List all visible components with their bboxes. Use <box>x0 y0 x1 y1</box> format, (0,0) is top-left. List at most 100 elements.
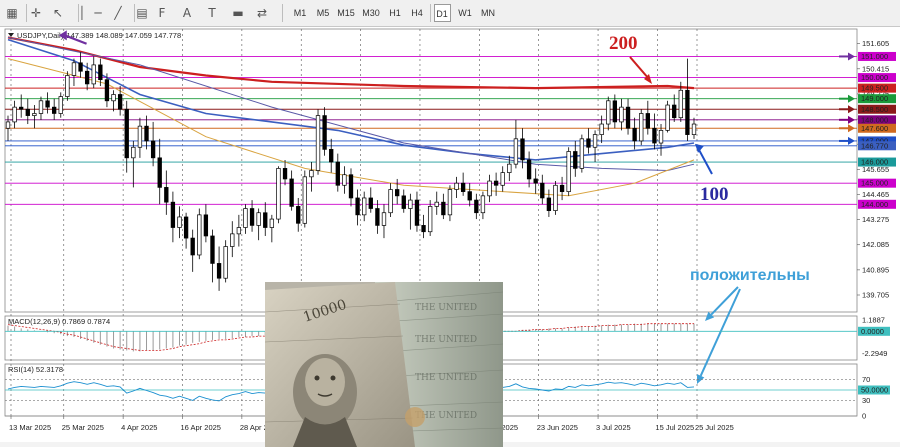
candle-body <box>282 168 288 180</box>
timeframe-m15-button[interactable]: M15 <box>335 4 357 22</box>
timeframe-h1-button[interactable]: H1 <box>386 4 404 22</box>
candle-body <box>368 197 373 209</box>
macd-tick-label: 1.1887 <box>862 315 885 324</box>
time-tick-label: 4 Apr 2025 <box>121 423 157 432</box>
candle-body <box>559 184 565 192</box>
candle-body <box>157 157 162 188</box>
price-tick-label: 142.085 <box>862 240 889 249</box>
price-tick-label: 151.605 <box>862 39 889 48</box>
candle-body <box>25 108 30 116</box>
candle-body <box>78 62 83 72</box>
price-tag-label: 151.000 <box>861 52 888 61</box>
candle-body <box>586 138 591 148</box>
candle-body <box>685 89 690 135</box>
candle-body <box>335 161 340 186</box>
candle-body <box>315 115 321 171</box>
macd-tick-label: 0.0000 <box>861 327 884 336</box>
candle-body <box>460 182 466 192</box>
candle-body <box>441 201 446 216</box>
timeframe-mn-button[interactable]: MN <box>478 4 498 22</box>
cursor-icon[interactable]: ↖ <box>48 3 68 23</box>
candle-body <box>256 212 261 226</box>
candle-body <box>625 106 631 129</box>
rectangle-icon[interactable]: ▬ <box>228 3 248 23</box>
candle-body <box>533 178 538 184</box>
candle-body <box>348 174 354 199</box>
candle-body <box>480 195 486 214</box>
candle-body <box>573 151 578 169</box>
fibonacci-icon[interactable]: F <box>152 3 172 23</box>
candle-body <box>500 172 505 186</box>
candle-body <box>104 79 110 102</box>
price-tick-label: 150.415 <box>862 64 889 73</box>
trendline-icon[interactable]: ╱ <box>108 3 128 23</box>
time-tick-label: 13 Mar 2025 <box>9 423 51 432</box>
candle-body <box>71 62 77 76</box>
svg-text:THE UNITED: THE UNITED <box>415 335 477 345</box>
candle-body <box>355 197 360 216</box>
toolbar-separator <box>78 4 79 22</box>
candle-body <box>381 212 387 226</box>
candle-body <box>493 180 499 186</box>
label-icon[interactable]: T <box>202 3 222 23</box>
timeframe-d1-button[interactable]: D1 <box>433 4 451 22</box>
rsi-tick-label: 70 <box>862 375 870 384</box>
candle-body <box>170 201 176 228</box>
text-icon[interactable]: A <box>177 3 197 23</box>
candle-body <box>58 96 63 114</box>
candle-body <box>645 113 650 129</box>
candle-body <box>375 208 380 226</box>
candle-body <box>12 106 17 123</box>
rsi-tick-label: 0 <box>862 412 866 421</box>
price-tag-label: 145.000 <box>861 179 888 188</box>
time-tick-label: 25 Jul 2025 <box>695 423 734 432</box>
toolbar: ▦ ✛ ↖ │ ─ ╱ ▤ F A T ▬ ⇄ M1 M5 M15 M30 H1 H4 D1 W1 MN <box>0 0 900 27</box>
candle-body <box>230 233 235 247</box>
candle-body <box>434 201 439 207</box>
candle-body <box>309 170 314 178</box>
macd-info: MACD(12,26,9) 0.7869 0.7874 <box>8 317 110 326</box>
candle-body <box>546 197 552 211</box>
price-tick-label: 140.895 <box>862 265 889 274</box>
candle-body <box>414 199 420 226</box>
candle-body <box>52 106 57 114</box>
timeframe-w1-button[interactable]: W1 <box>456 4 474 22</box>
timeframe-m5-button[interactable]: M5 <box>313 4 333 22</box>
time-tick-label: 3 Jul 2025 <box>596 423 631 432</box>
time-tick-label: 15 Jul 2025 <box>655 423 694 432</box>
candle-body <box>388 189 393 214</box>
candle-body <box>632 127 637 142</box>
timeframe-m1-button[interactable]: M1 <box>291 4 309 22</box>
macd-tick-label: -2.2949 <box>862 349 887 358</box>
timeframe-m30-button[interactable]: M30 <box>360 4 382 22</box>
price-tick-label: 144.465 <box>862 190 889 199</box>
candle-body <box>124 108 129 159</box>
timeframe-h4-button[interactable]: H4 <box>408 4 426 22</box>
channel-icon[interactable]: ▤ <box>132 3 152 23</box>
candle-body <box>513 138 519 165</box>
shapes-icon[interactable]: ⇄ <box>252 3 272 23</box>
candle-body <box>553 184 558 211</box>
candle-body <box>540 182 545 199</box>
crosshair-icon[interactable]: ✛ <box>26 3 46 23</box>
candle-body <box>98 64 103 81</box>
rsi-info: RSI(14) 52.3178 <box>8 365 63 374</box>
price-tag-label: 146.000 <box>861 158 888 167</box>
chart-view-icon[interactable]: ▦ <box>2 3 22 23</box>
candle-body <box>474 199 479 214</box>
time-tick-label: 16 Apr 2025 <box>181 423 221 432</box>
candle-body <box>639 113 644 142</box>
candle-body <box>691 123 697 135</box>
candle-body <box>131 146 136 159</box>
candle-body <box>137 125 143 148</box>
candle-body <box>203 214 209 237</box>
candle-body <box>454 182 459 190</box>
candle-body <box>678 89 683 119</box>
candle-body <box>183 216 189 239</box>
candle-body <box>507 163 512 173</box>
candle-body <box>210 235 215 264</box>
toolbar-separator <box>134 4 135 22</box>
horizontal-line-icon[interactable]: ─ <box>88 3 108 23</box>
candle-body <box>197 214 202 256</box>
candle-body <box>672 104 677 119</box>
